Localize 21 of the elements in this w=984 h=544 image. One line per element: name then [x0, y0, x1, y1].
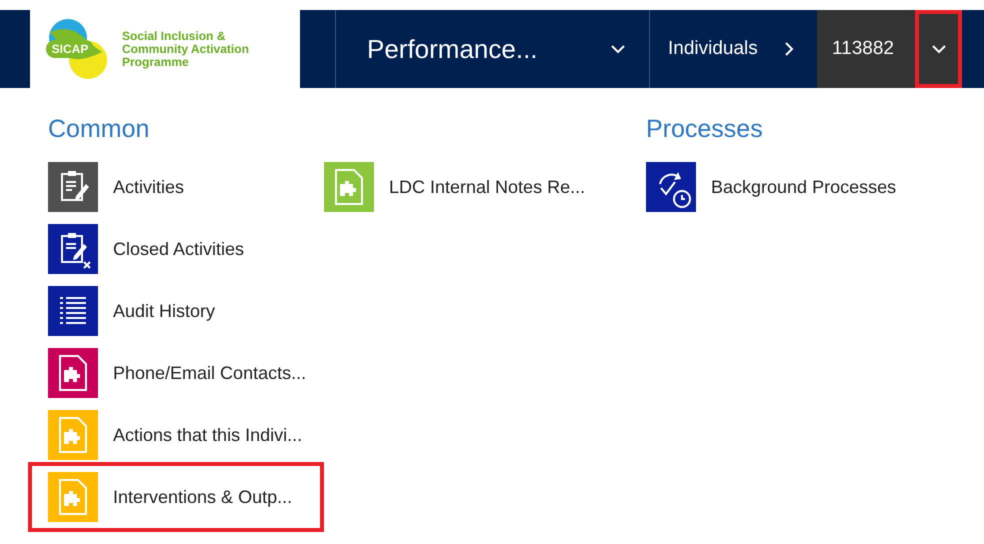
logo-text: Programme	[122, 56, 190, 68]
section-heading: Processes	[646, 114, 764, 145]
menu-item[interactable]: Audit History	[48, 286, 216, 336]
menu-item[interactable]: Closed Activities	[48, 224, 244, 274]
chevron-right-icon	[784, 41, 794, 57]
menu-item[interactable]: Activities	[48, 162, 184, 212]
section-heading: Common	[48, 114, 150, 145]
record-menu-button[interactable]	[915, 10, 962, 88]
chevron-down-icon	[932, 44, 946, 54]
menu-item[interactable]: LDC Internal Notes Re...	[324, 162, 586, 212]
area-dropdown[interactable]: Performance...	[335, 10, 650, 88]
logo-text: Social Inclusion &	[122, 30, 226, 42]
menu-item[interactable]: Phone/Email Contacts...	[48, 348, 306, 398]
chevron-down-icon	[611, 44, 625, 54]
menu-item[interactable]: Interventions & Outp...	[28, 462, 324, 532]
menu-item[interactable]: Background Processes	[646, 162, 896, 212]
menu-item[interactable]: Actions that this Indivi...	[48, 410, 302, 460]
logo-mark: SICAP	[42, 18, 114, 80]
logo-text: Community Activation	[122, 42, 249, 56]
breadcrumb-link[interactable]: Individuals	[668, 34, 758, 64]
record-title: 113882	[831, 36, 895, 61]
